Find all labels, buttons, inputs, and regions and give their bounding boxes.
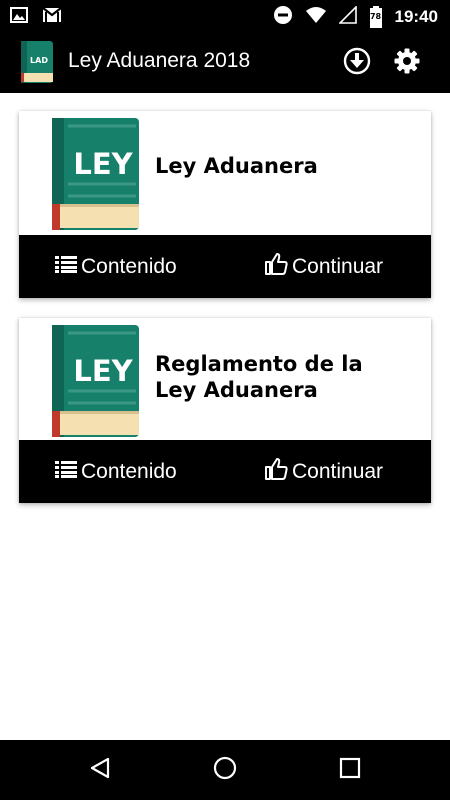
app-logo-text: LAD: [30, 56, 48, 65]
contents-label: Contenido: [81, 459, 177, 483]
continue-label: Continuar: [292, 459, 384, 483]
app-title: Ley Aduanera 2018: [68, 49, 251, 72]
continue-button[interactable]: Continuar: [264, 235, 383, 298]
home-icon: [212, 755, 238, 785]
contents-button[interactable]: Contenido: [55, 440, 177, 503]
continue-label: Continuar: [292, 254, 384, 278]
list-icon: [55, 460, 81, 484]
book-cover-text: LEY: [73, 147, 133, 181]
back-icon: [88, 756, 112, 784]
battery-level: 78: [369, 12, 382, 21]
book-title[interactable]: Reglamento de la Ley Aduanera: [155, 351, 363, 403]
home-button[interactable]: [210, 755, 240, 785]
back-button[interactable]: [85, 755, 115, 785]
download-icon: [343, 47, 371, 79]
contents-label: Contenido: [81, 254, 177, 278]
recents-icon: [339, 757, 361, 783]
app-bar: LAD Ley Aduanera 2018: [0, 33, 450, 93]
image-icon: [10, 7, 28, 27]
thumbs-up-icon: [264, 252, 292, 281]
settings-button[interactable]: [387, 43, 427, 83]
battery-icon: 78: [369, 6, 383, 28]
recents-button[interactable]: [335, 755, 365, 785]
card-actions: Contenido Continuar: [19, 235, 431, 298]
continue-button[interactable]: Continuar: [264, 440, 383, 503]
book-title[interactable]: Ley Aduanera: [155, 153, 318, 179]
book-cover[interactable]: LEY: [52, 118, 139, 230]
book-cover-text: LEY: [73, 354, 133, 388]
wifi-icon: [305, 6, 327, 28]
download-button[interactable]: [337, 43, 377, 83]
signal-icon: [337, 5, 357, 28]
gmail-icon: [42, 7, 62, 27]
settings-icon: [394, 48, 420, 78]
thumbs-up-icon: [264, 457, 292, 486]
status-bar: 78 19:40: [0, 0, 450, 33]
app-logo: LAD: [21, 41, 53, 83]
contents-button[interactable]: Contenido: [55, 235, 177, 298]
list-icon: [55, 255, 81, 279]
status-time: 19:40: [394, 7, 438, 26]
book-card: LEY Reglamento de la Ley Aduanera Conten…: [19, 318, 431, 503]
card-actions: Contenido Continuar: [19, 440, 431, 503]
book-cover[interactable]: LEY: [52, 325, 139, 437]
do-not-disturb-icon: [273, 5, 293, 29]
navigation-bar: [0, 740, 450, 800]
book-card: LEY Ley Aduanera Contenido Continuar: [19, 111, 431, 298]
